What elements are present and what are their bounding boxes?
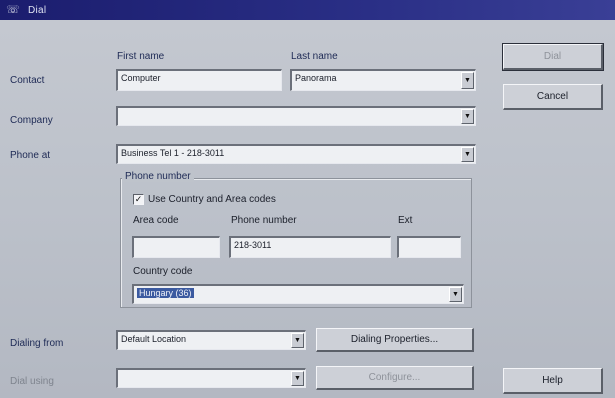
title-bar[interactable]: ☏ Dial [0,0,615,20]
area-code-label: Area code [133,215,179,226]
phone-at-label: Phone at [10,150,51,161]
company-label: Company [10,115,53,126]
help-button[interactable]: Help [503,368,603,394]
dial-using-combo[interactable]: ▼ [116,368,306,388]
dialing-from-combo[interactable]: Default Location ▼ [116,330,306,350]
phone-number-field[interactable]: 218-3011 [229,236,391,258]
window-title: Dial [28,4,47,16]
dialing-from-label: Dialing from [10,338,64,349]
phone-at-value: Business Tel 1 - 218-3011 [121,148,225,158]
contact-label: Contact [10,75,45,86]
last-name-combo[interactable]: Panorama ▼ [290,69,476,91]
dial-button[interactable]: Dial [502,43,604,71]
country-code-combo[interactable]: Hungary (36) ▼ [132,284,464,304]
chevron-down-icon[interactable]: ▼ [461,147,474,162]
last-name-label: Last name [291,51,338,62]
country-code-value: Hungary (36) [137,288,194,298]
use-codes-checkbox[interactable]: ✓ [133,194,144,205]
chevron-down-icon[interactable]: ▼ [461,72,474,89]
ext-label: Ext [398,215,413,226]
first-name-label: First name [117,51,165,62]
chevron-down-icon[interactable]: ▼ [291,333,304,348]
cancel-button[interactable]: Cancel [503,84,603,110]
first-name-field[interactable]: Computer [116,69,282,91]
phone-at-combo[interactable]: Business Tel 1 - 218-3011 ▼ [116,144,476,164]
last-name-value: Panorama [295,73,337,83]
phone-number-field-label: Phone number [231,215,297,226]
use-codes-label: Use Country and Area codes [148,194,276,205]
phone-number-group-title: Phone number [122,171,194,182]
checkmark-icon: ✓ [134,194,143,204]
chevron-down-icon[interactable]: ▼ [449,287,462,302]
dialing-properties-button[interactable]: Dialing Properties... [316,328,474,352]
dial-using-label: Dial using [10,376,54,387]
company-combo[interactable]: ▼ [116,106,476,126]
configure-button[interactable]: Configure... [316,366,474,390]
dialog-body: First name Last name Contact Computer Pa… [0,20,615,398]
area-code-field[interactable] [132,236,220,258]
dialing-from-value: Default Location [121,334,187,344]
country-code-label: Country code [133,266,193,277]
chevron-down-icon[interactable]: ▼ [291,371,304,386]
ext-field[interactable] [397,236,461,258]
dial-window-icon: ☏ [6,4,20,16]
chevron-down-icon[interactable]: ▼ [461,109,474,124]
